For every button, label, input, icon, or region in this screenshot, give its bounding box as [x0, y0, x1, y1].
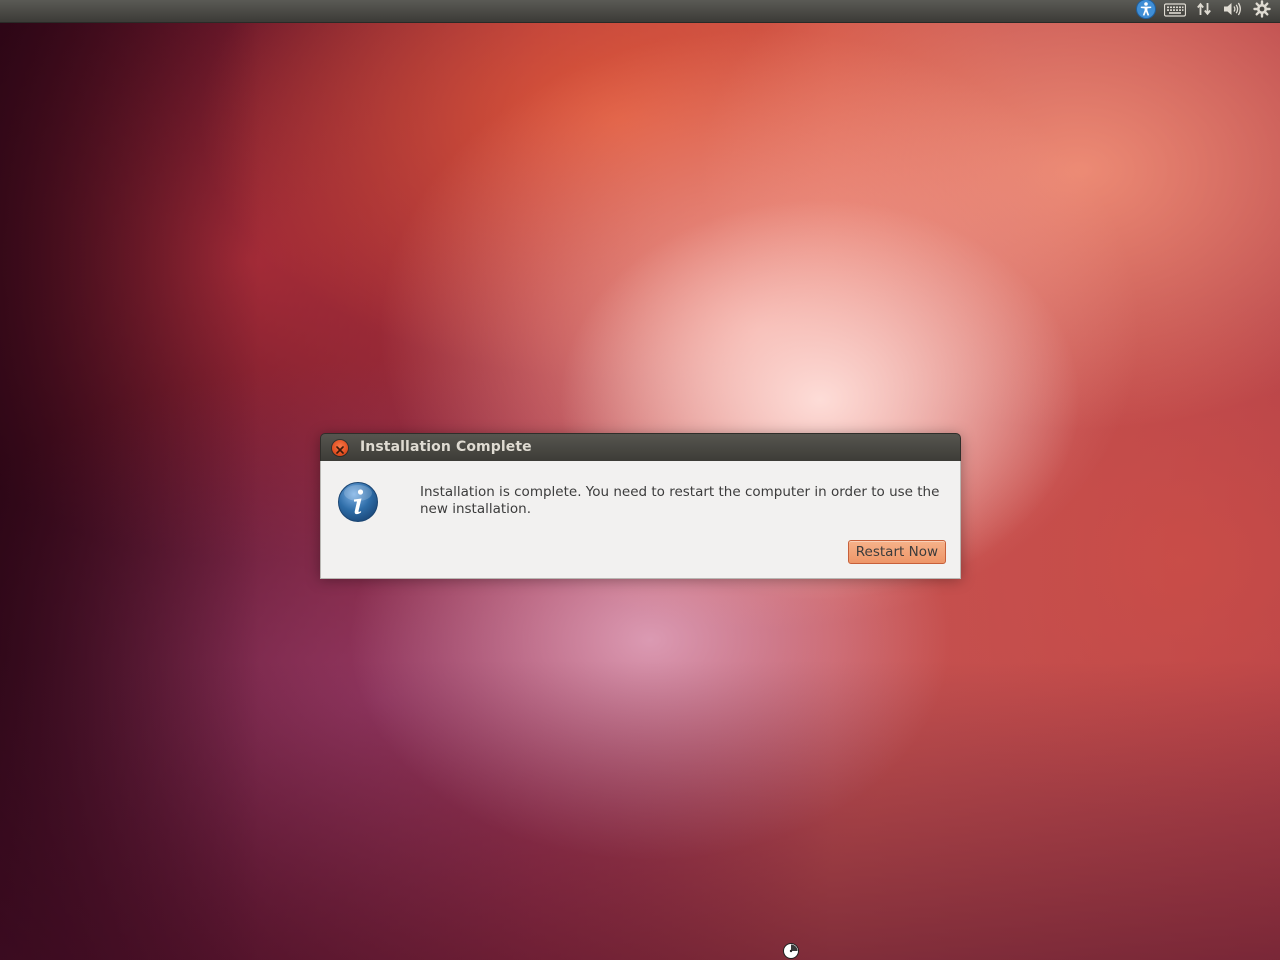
restart-now-button[interactable]: Restart Now: [847, 540, 946, 564]
keyboard-icon: [1163, 2, 1186, 21]
volume-indicator[interactable]: [1218, 0, 1247, 22]
close-icon: [336, 439, 344, 458]
accessibility-indicator[interactable]: [1131, 0, 1160, 22]
busy-cursor-icon: [782, 942, 800, 960]
info-icon: [337, 481, 379, 523]
volume-icon: [1223, 1, 1243, 21]
dialog-titlebar[interactable]: Installation Complete: [320, 433, 961, 461]
accessibility-icon: [1135, 0, 1156, 23]
dialog-title: Installation Complete: [360, 439, 532, 455]
session-gear-icon: [1252, 0, 1271, 22]
dialog-body: Installation is complete. You need to re…: [320, 461, 961, 579]
top-panel: [0, 0, 1280, 23]
session-indicator[interactable]: [1247, 0, 1276, 22]
dialog-message: Installation is complete. You need to re…: [420, 484, 940, 517]
wallpaper-shade-left: [0, 0, 260, 960]
indicator-area: [1131, 0, 1276, 22]
installation-complete-dialog: Installation Complete Installation is co…: [320, 433, 961, 579]
network-icon: [1196, 1, 1212, 21]
desktop: Installation Complete Installation is co…: [0, 0, 1280, 960]
close-button[interactable]: [332, 440, 348, 456]
keyboard-indicator[interactable]: [1160, 0, 1189, 22]
wallpaper-shade-bottom: [0, 660, 1280, 960]
network-indicator[interactable]: [1189, 0, 1218, 22]
